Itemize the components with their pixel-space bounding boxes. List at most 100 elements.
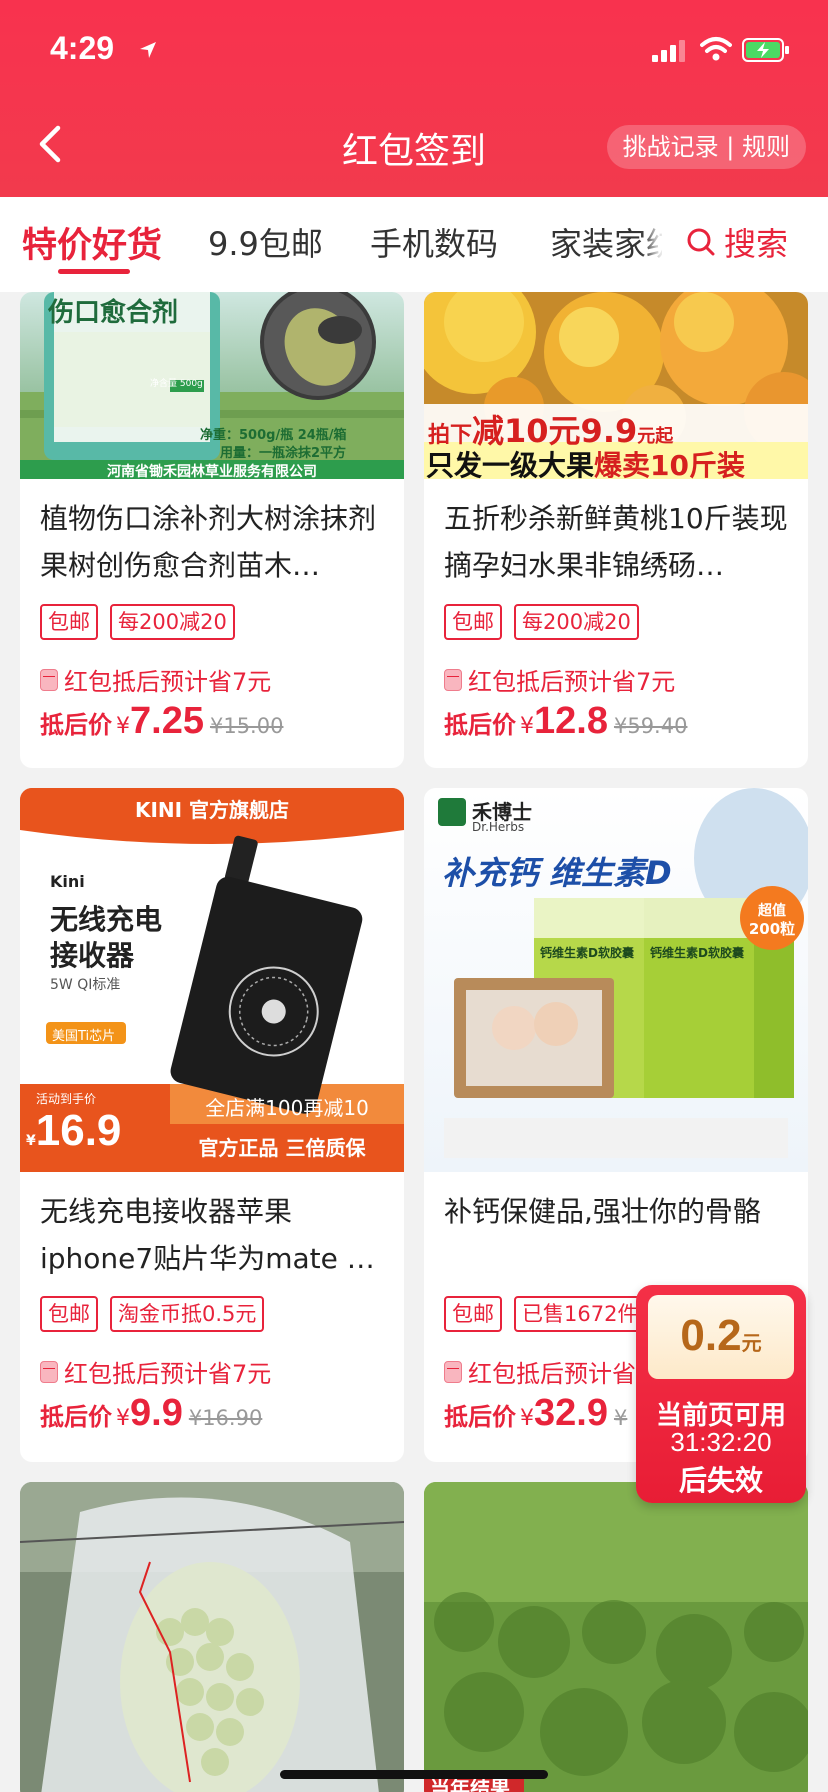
final-price: 12.8 — [534, 700, 608, 742]
header-bar: 4:29 红包签到 挑战记录 | 规则 — [0, 0, 828, 197]
tag-badge: 每200减20 — [514, 604, 639, 640]
currency-symbol: ¥ — [116, 1406, 130, 1431]
image-text: Kini — [50, 872, 85, 891]
price-row: 抵后价 ¥ 12.8 ¥59.40 — [444, 700, 687, 743]
image-text: 河南省锄禾园林草业服务有限公司 — [107, 464, 317, 479]
image-text: 活动到手价 — [36, 1092, 97, 1106]
tag-list: 包邮 已售1672件 — [444, 1296, 647, 1332]
brand-logo — [438, 798, 466, 826]
price-label: 抵后价 — [40, 711, 112, 739]
image-text: 用量：一瓶涂抹2平方 — [220, 446, 347, 461]
final-price: 9.9 — [130, 1392, 183, 1434]
product-name[interactable]: 植物伤口涂补剂大树涂抹剂果树创伤愈合剂苗木… — [40, 495, 384, 589]
product-name[interactable]: 五折秒杀新鲜黄桃10斤装现摘孕妇水果非锦绣砀… — [444, 495, 788, 589]
image-text: ¥16.9 — [26, 1106, 122, 1155]
image-text: Dr.Herbs — [472, 820, 525, 834]
active-tab-indicator — [58, 269, 130, 274]
product-card[interactable] — [20, 1482, 404, 1792]
currency-symbol: ¥ — [520, 1406, 534, 1431]
image-text: 超值 — [758, 903, 786, 919]
product-image[interactable] — [20, 1482, 404, 1792]
tag-badge: 包邮 — [444, 1296, 502, 1332]
tab-9-9-free-shipping[interactable]: 9.9包邮 — [208, 219, 323, 265]
image-text: 钙维生素D软胶囊 — [540, 946, 634, 960]
currency-symbol: ¥ — [520, 714, 534, 739]
product-name[interactable]: 无线充电接收器苹果iphone7贴片华为mate … — [40, 1188, 384, 1282]
image-text: 净含量 500g — [150, 379, 203, 389]
wifi-icon — [700, 37, 732, 61]
original-price: ¥ — [613, 1406, 628, 1430]
product-card[interactable]: 拍下减10元9.9元起 只发一级大果爆卖10斤装 五折秒杀新鲜黄桃10斤装现摘孕… — [424, 292, 808, 768]
red-packet-saving: 红包抵后预计省7元 — [444, 662, 675, 697]
product-name[interactable]: 补钙保健品,强壮你的骨骼 — [444, 1188, 788, 1235]
saving-text: 红包抵后预计省7元 — [468, 668, 676, 696]
tag-list: 包邮 淘金币抵0.5元 — [40, 1296, 265, 1332]
price-label: 抵后价 — [444, 711, 516, 739]
saving-text: 红包抵后预计省7元 — [64, 1360, 272, 1388]
price-label: 抵后价 — [444, 1403, 516, 1431]
search-icon — [687, 228, 715, 256]
original-price: ¥59.40 — [613, 714, 688, 738]
product-image[interactable]: 伤口愈合剂 净重：500g/瓶 24瓶/箱 用量：一瓶涂抹2平方 净含量 500… — [20, 292, 404, 479]
image-text: 净重：500g/瓶 24瓶/箱 — [200, 428, 347, 443]
image-text: 只发一级大果爆卖10斤装 — [426, 449, 745, 479]
product-image[interactable]: 当年结果 — [424, 1482, 808, 1792]
price-row: 抵后价 ¥ 9.9 ¥16.90 — [40, 1392, 262, 1435]
tag-badge: 淘金币抵0.5元 — [110, 1296, 265, 1332]
original-price: ¥15.00 — [209, 714, 284, 738]
red-packet-icon — [444, 1360, 462, 1383]
product-image[interactable]: 禾博士 Dr.Herbs 补充钙 维生素D 超值 200粒 钙维生素D软胶囊 钙… — [424, 788, 808, 1172]
tag-badge: 包邮 — [40, 1296, 98, 1332]
coupon-countdown: 31:32:20 — [670, 1427, 772, 1457]
product-card[interactable]: 伤口愈合剂 净重：500g/瓶 24瓶/箱 用量：一瓶涂抹2平方 净含量 500… — [20, 292, 404, 768]
product-image[interactable]: 拍下减10元9.9元起 只发一级大果爆卖10斤装 — [424, 292, 808, 479]
cellular-signal-icon — [652, 40, 685, 62]
image-text: 美国Ti芯片 — [52, 1029, 116, 1044]
image-text: KINI 官方旗舰店 — [134, 798, 290, 822]
product-image[interactable]: KINI 官方旗舰店 Kini 无线充电 接收器 5W QI标准 美国Ti芯片 … — [20, 788, 404, 1172]
search-label: 搜索 — [724, 225, 789, 263]
image-text: 伤口愈合剂 — [48, 298, 179, 328]
final-price: 7.25 — [130, 700, 204, 742]
image-text: 钙维生素D软胶囊 — [650, 946, 744, 960]
location-arrow-icon — [140, 42, 156, 58]
tab-phones-digital[interactable]: 手机数码 — [370, 219, 498, 265]
product-card[interactable]: KINI 官方旗舰店 Kini 无线充电 接收器 5W QI标准 美国Ti芯片 … — [20, 788, 404, 1462]
currency-symbol: ¥ — [116, 714, 130, 739]
battery-charging-icon — [742, 38, 789, 62]
product-card[interactable]: 当年结果 — [424, 1482, 808, 1792]
coupon-amount: 0.2元 — [680, 1311, 762, 1360]
tag-list: 包邮 每200减20 — [444, 604, 639, 640]
tag-badge: 包邮 — [444, 604, 502, 640]
saving-text: 红包抵后预计省7元 — [64, 668, 272, 696]
challenge-rules-button[interactable]: 挑战记录 | 规则 — [606, 125, 806, 169]
tag-badge: 包邮 — [40, 604, 98, 640]
image-text: 5W QI标准 — [50, 977, 121, 993]
category-tabs: 特价好货 9.9包邮 手机数码 家装家纺 搜索 — [0, 197, 828, 292]
image-text: 200粒 — [748, 920, 796, 938]
tag-badge: 已售1672件 — [514, 1296, 647, 1332]
price-row: 抵后价 ¥ 32.9 ¥ — [444, 1392, 627, 1435]
image-text: 接收器 — [50, 939, 135, 972]
tag-badge: 每200减20 — [110, 604, 235, 640]
image-text: 无线充电 — [50, 903, 163, 936]
tab-home-textiles[interactable]: 家装家纺 — [550, 219, 678, 265]
image-text: 全店满100再减10 — [205, 1096, 369, 1120]
home-indicator[interactable] — [280, 1770, 548, 1779]
coupon-expire-text: 后失效 — [678, 1464, 763, 1497]
price-row: 抵后价 ¥ 7.25 ¥15.00 — [40, 700, 283, 743]
price-label: 抵后价 — [40, 1403, 112, 1431]
final-price: 32.9 — [534, 1392, 608, 1434]
red-packet-icon — [40, 1360, 58, 1383]
image-text: 官方正品 三倍质保 — [198, 1136, 366, 1160]
tab-special-deals[interactable]: 特价好货 — [22, 217, 162, 268]
coupon-amount-box: 0.2元 — [648, 1295, 794, 1379]
red-packet-saving: 红包抵后预计省7元 — [40, 1354, 271, 1389]
floating-coupon-widget[interactable]: 0.2元 当前页可用 31:32:20 后失效 — [636, 1285, 806, 1503]
red-packet-saving: 红包抵后预计省7元 — [40, 662, 271, 697]
red-packet-icon — [444, 668, 462, 691]
status-time: 4:29 — [50, 30, 115, 66]
red-packet-icon — [40, 668, 58, 691]
search-tab[interactable]: 搜索 — [662, 197, 828, 292]
original-price: ¥16.90 — [188, 1406, 263, 1430]
